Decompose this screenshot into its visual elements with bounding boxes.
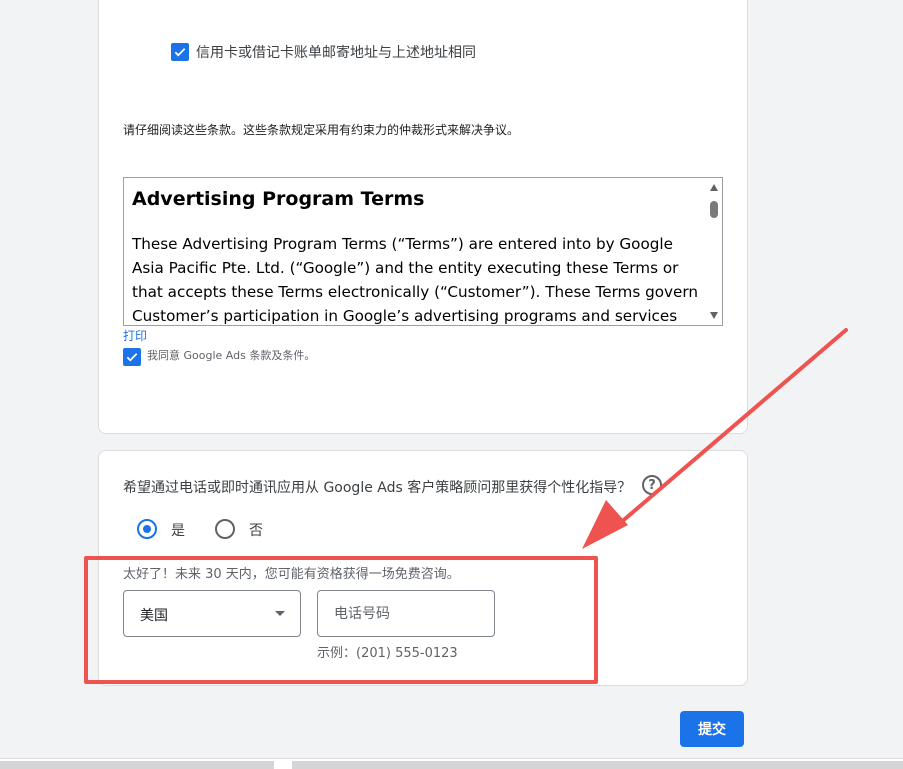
checkmark-icon	[126, 353, 138, 362]
same-address-checkbox[interactable]	[171, 43, 189, 61]
highlight-annotation	[84, 556, 598, 684]
agree-terms-label: 我同意 Google Ads 条款及条件。	[147, 349, 316, 362]
radio-no[interactable]	[215, 519, 235, 539]
terms-scrollbar[interactable]	[706, 178, 722, 325]
agree-terms-checkbox[interactable]	[123, 348, 141, 366]
print-link[interactable]: 打印	[123, 327, 147, 344]
same-address-label: 信用卡或借记卡账单邮寄地址与上述地址相同	[196, 45, 476, 61]
consultation-question: 希望通过电话或即时通讯应用从 Google Ads 客户策略顾问那里获得个性化指…	[123, 480, 632, 496]
help-circle-icon[interactable]: ?	[642, 475, 662, 495]
scroll-down-arrow-icon[interactable]	[710, 312, 718, 319]
radio-no-label: 否	[249, 523, 263, 539]
radio-yes-label: 是	[171, 523, 185, 539]
bottom-scroll-strip	[0, 758, 903, 769]
terms-scroll-box[interactable]: Advertising Program Terms These Advertis…	[123, 177, 723, 326]
scroll-up-arrow-icon[interactable]	[710, 184, 718, 191]
terms-body: These Advertising Program Terms (“Terms”…	[132, 235, 698, 325]
terms-title: Advertising Program Terms	[132, 188, 425, 210]
terms-notice: 请仔细阅读这些条款。这些条款规定采用有约束力的仲裁形式来解决争议。	[123, 123, 520, 137]
radio-yes[interactable]	[137, 519, 157, 539]
submit-button[interactable]: 提交	[680, 711, 744, 747]
scroll-thumb[interactable]	[710, 201, 718, 218]
checkmark-icon	[174, 48, 186, 57]
